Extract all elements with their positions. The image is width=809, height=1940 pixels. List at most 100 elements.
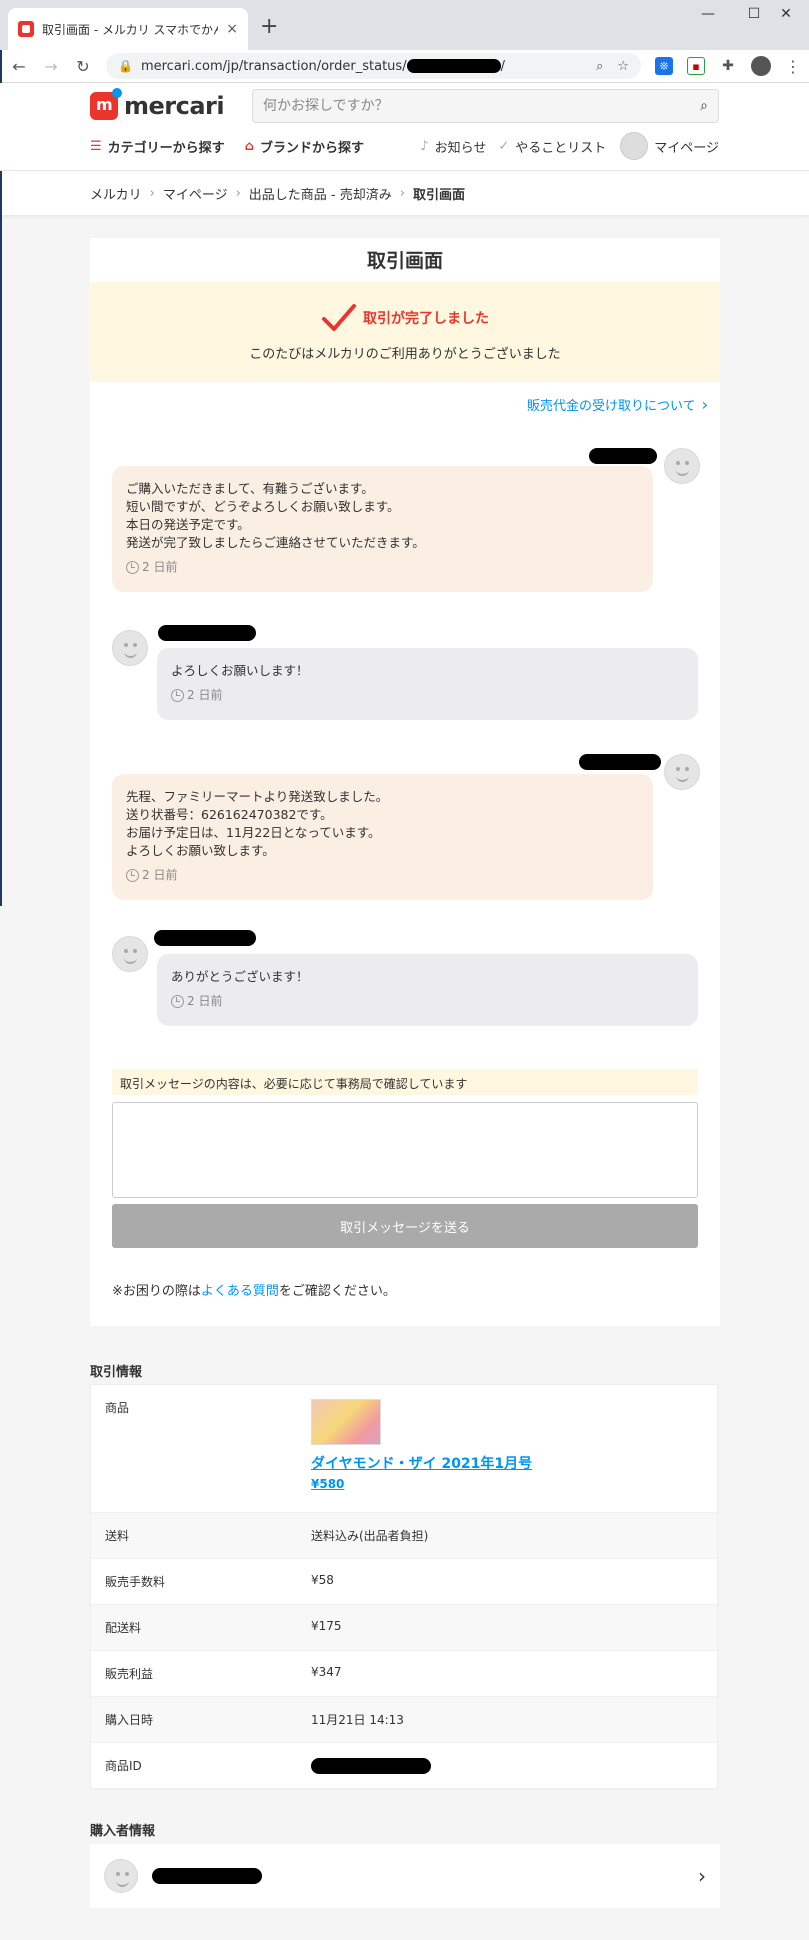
info-value: ¥347 bbox=[311, 1665, 342, 1679]
buyer-avatar-icon bbox=[112, 936, 148, 972]
zoom-icon[interactable]: ⌕ bbox=[596, 59, 603, 74]
item-thumbnail-image[interactable] bbox=[311, 1399, 381, 1445]
tag-icon: ⌂ bbox=[244, 138, 254, 154]
minimize-button[interactable]: — bbox=[685, 6, 731, 22]
redacted-item-id bbox=[311, 1758, 431, 1774]
info-label: 販売手数料 bbox=[105, 1575, 166, 1589]
site-header: mercari ⌕ ☰ カテゴリーから探す ⌂ ブランドから探す ♪ お知らせ … bbox=[0, 83, 809, 171]
message-text: 先程、ファミリーマートより発送致しました。 送り状番号：626162470382… bbox=[126, 789, 389, 858]
notifications-label: お知らせ bbox=[434, 140, 487, 156]
calendar-extension-icon[interactable]: ▪ bbox=[687, 57, 705, 75]
buyer-avatar-icon bbox=[112, 630, 148, 666]
info-label: 送料 bbox=[105, 1529, 130, 1543]
clock-icon bbox=[171, 688, 184, 702]
extension-icon[interactable]: ❊ bbox=[655, 57, 673, 75]
profile-avatar-icon[interactable] bbox=[751, 56, 771, 76]
list-icon: ☰ bbox=[90, 138, 102, 154]
mypage-nav[interactable]: マイページ bbox=[620, 132, 719, 160]
info-value: ダイヤモンド・ザイ 2021年1月号 ¥580 bbox=[311, 1385, 717, 1512]
reload-button[interactable]: ↻ bbox=[74, 57, 92, 76]
info-value bbox=[311, 1743, 717, 1788]
buyer-info-card[interactable]: › bbox=[90, 1844, 720, 1908]
help-suffix: をご確認ください。 bbox=[278, 1284, 396, 1299]
browser-tabbar: 取引画面 - メルカリ スマホでかんたん × + — ☐ ✕ bbox=[0, 0, 809, 50]
tab-title: 取引画面 - メルカリ スマホでかんたん bbox=[42, 22, 218, 37]
breadcrumb-item-sold[interactable]: 出品した商品 - 売却済み bbox=[249, 184, 392, 203]
redacted-buyer-name bbox=[152, 1868, 262, 1884]
bell-icon: ♪ bbox=[420, 138, 429, 154]
message-text: ご購入いただきまして、有難うございます。 短い間ですが、どうぞよろしくお願い致し… bbox=[126, 481, 425, 550]
bookmark-star-icon[interactable]: ☆ bbox=[617, 59, 629, 74]
item-price-link[interactable]: ¥580 bbox=[311, 1477, 717, 1491]
forward-button[interactable]: → bbox=[42, 57, 60, 76]
info-row-profit: 販売利益 ¥347 bbox=[91, 1651, 717, 1697]
sender-name-redacted bbox=[579, 754, 661, 770]
message-bubble-seller: ご購入いただきまして、有難うございます。 短い間ですが、どうぞよろしくお願い致し… bbox=[112, 466, 653, 592]
browser-tab[interactable]: 取引画面 - メルカリ スマホでかんたん × bbox=[8, 8, 248, 50]
notifications-nav[interactable]: ♪ お知らせ bbox=[420, 137, 486, 156]
info-row-fee: 販売手数料 ¥58 bbox=[91, 1559, 717, 1605]
info-row-item: 商品 ダイヤモンド・ザイ 2021年1月号 ¥580 bbox=[91, 1385, 717, 1513]
todo-nav[interactable]: ✓ やることリスト bbox=[498, 137, 606, 156]
breadcrumb-item-current: 取引画面 bbox=[412, 187, 465, 203]
info-value: ¥58 bbox=[311, 1573, 334, 1587]
send-message-button[interactable]: 取引メッセージを送る bbox=[112, 1204, 698, 1248]
sender-name-redacted bbox=[154, 930, 256, 946]
brand-label: ブランドから探す bbox=[259, 140, 364, 156]
search-box: ⌕ bbox=[252, 89, 719, 123]
extensions-puzzle-icon[interactable]: ✚ bbox=[719, 57, 737, 75]
new-tab-button[interactable]: + bbox=[260, 14, 278, 39]
menu-kebab-icon[interactable]: ⋮ bbox=[785, 57, 801, 76]
checkmark-icon bbox=[322, 303, 356, 331]
transaction-info-table: 商品 ダイヤモンド・ザイ 2021年1月号 ¥580 送料 送料込み(出品者負担… bbox=[90, 1384, 718, 1790]
search-input[interactable] bbox=[263, 98, 701, 114]
help-prefix: ※お困りの際は bbox=[112, 1284, 201, 1299]
breadcrumb-separator: › bbox=[235, 185, 241, 201]
header-subnav: ☰ カテゴリーから探す ⌂ ブランドから探す ♪ お知らせ ✓ やることリスト … bbox=[90, 131, 719, 161]
address-bar[interactable]: 🔒 mercari.com/jp/transaction/order_statu… bbox=[106, 53, 641, 79]
message-text: よろしくお願いします！ bbox=[171, 663, 309, 678]
info-label: 配送料 bbox=[105, 1621, 142, 1635]
sender-name-redacted bbox=[158, 625, 256, 641]
breadcrumb-item-mypage[interactable]: マイページ bbox=[163, 184, 228, 203]
payout-info-link[interactable]: 販売代金の受け取りについて › bbox=[527, 395, 708, 414]
redacted-order-id bbox=[406, 59, 501, 73]
message-time: 2 日前 bbox=[187, 994, 223, 1008]
browser-toolbar: ← → ↻ 🔒 mercari.com/jp/transaction/order… bbox=[0, 50, 809, 83]
message-bubble-buyer: ありがとうございます！ 2 日前 bbox=[157, 954, 698, 1026]
help-text: ※お困りの際はよくある質問をご確認ください。 bbox=[112, 1280, 396, 1299]
info-label: 商品 bbox=[105, 1401, 130, 1415]
mercari-logo[interactable]: mercari bbox=[90, 88, 225, 120]
message-notice: 取引メッセージの内容は、必要に応じて事務局で確認しています bbox=[112, 1069, 698, 1095]
mercari-favicon-icon bbox=[18, 21, 34, 37]
search-icon[interactable]: ⌕ bbox=[700, 98, 708, 114]
breadcrumb-item-mercari[interactable]: メルカリ bbox=[90, 184, 142, 203]
item-name-link[interactable]: ダイヤモンド・ザイ 2021年1月号 bbox=[311, 1453, 717, 1473]
info-row-delivery: 配送料 ¥175 bbox=[91, 1605, 717, 1651]
check-icon: ✓ bbox=[498, 138, 510, 154]
category-nav[interactable]: ☰ カテゴリーから探す bbox=[90, 137, 225, 156]
buyer-info-title: 購入者情報 bbox=[90, 1824, 156, 1839]
user-avatar-icon bbox=[620, 132, 649, 160]
info-label: 販売利益 bbox=[105, 1667, 154, 1681]
brand-nav[interactable]: ⌂ ブランドから探す bbox=[245, 137, 364, 156]
message-time: 2 日前 bbox=[142, 868, 178, 882]
completion-title: 取引が完了しました bbox=[363, 310, 489, 327]
info-row-item-id: 商品ID bbox=[91, 1743, 717, 1789]
completion-subtitle: このたびはメルカリのご利用ありがとうございました bbox=[249, 346, 561, 362]
back-button[interactable]: ← bbox=[10, 57, 28, 76]
info-label: 商品ID bbox=[105, 1759, 142, 1773]
url-text: mercari.com/jp/transaction/order_status/… bbox=[140, 58, 505, 74]
todo-label: やることリスト bbox=[515, 140, 607, 156]
transaction-info-title: 取引情報 bbox=[90, 1365, 143, 1380]
logo-text: mercari bbox=[124, 92, 225, 120]
message-input[interactable] bbox=[112, 1102, 698, 1198]
message-text: ありがとうございます！ bbox=[171, 969, 309, 984]
tab-close-icon[interactable]: × bbox=[226, 21, 238, 37]
info-value: 11月21日 14:13 bbox=[311, 1713, 404, 1727]
chevron-right-icon: › bbox=[701, 395, 708, 414]
sender-name-redacted bbox=[589, 448, 657, 464]
close-window-button[interactable]: ✕ bbox=[763, 6, 809, 22]
lock-icon: 🔒 bbox=[118, 59, 133, 73]
faq-link[interactable]: よくある質問 bbox=[201, 1284, 279, 1299]
